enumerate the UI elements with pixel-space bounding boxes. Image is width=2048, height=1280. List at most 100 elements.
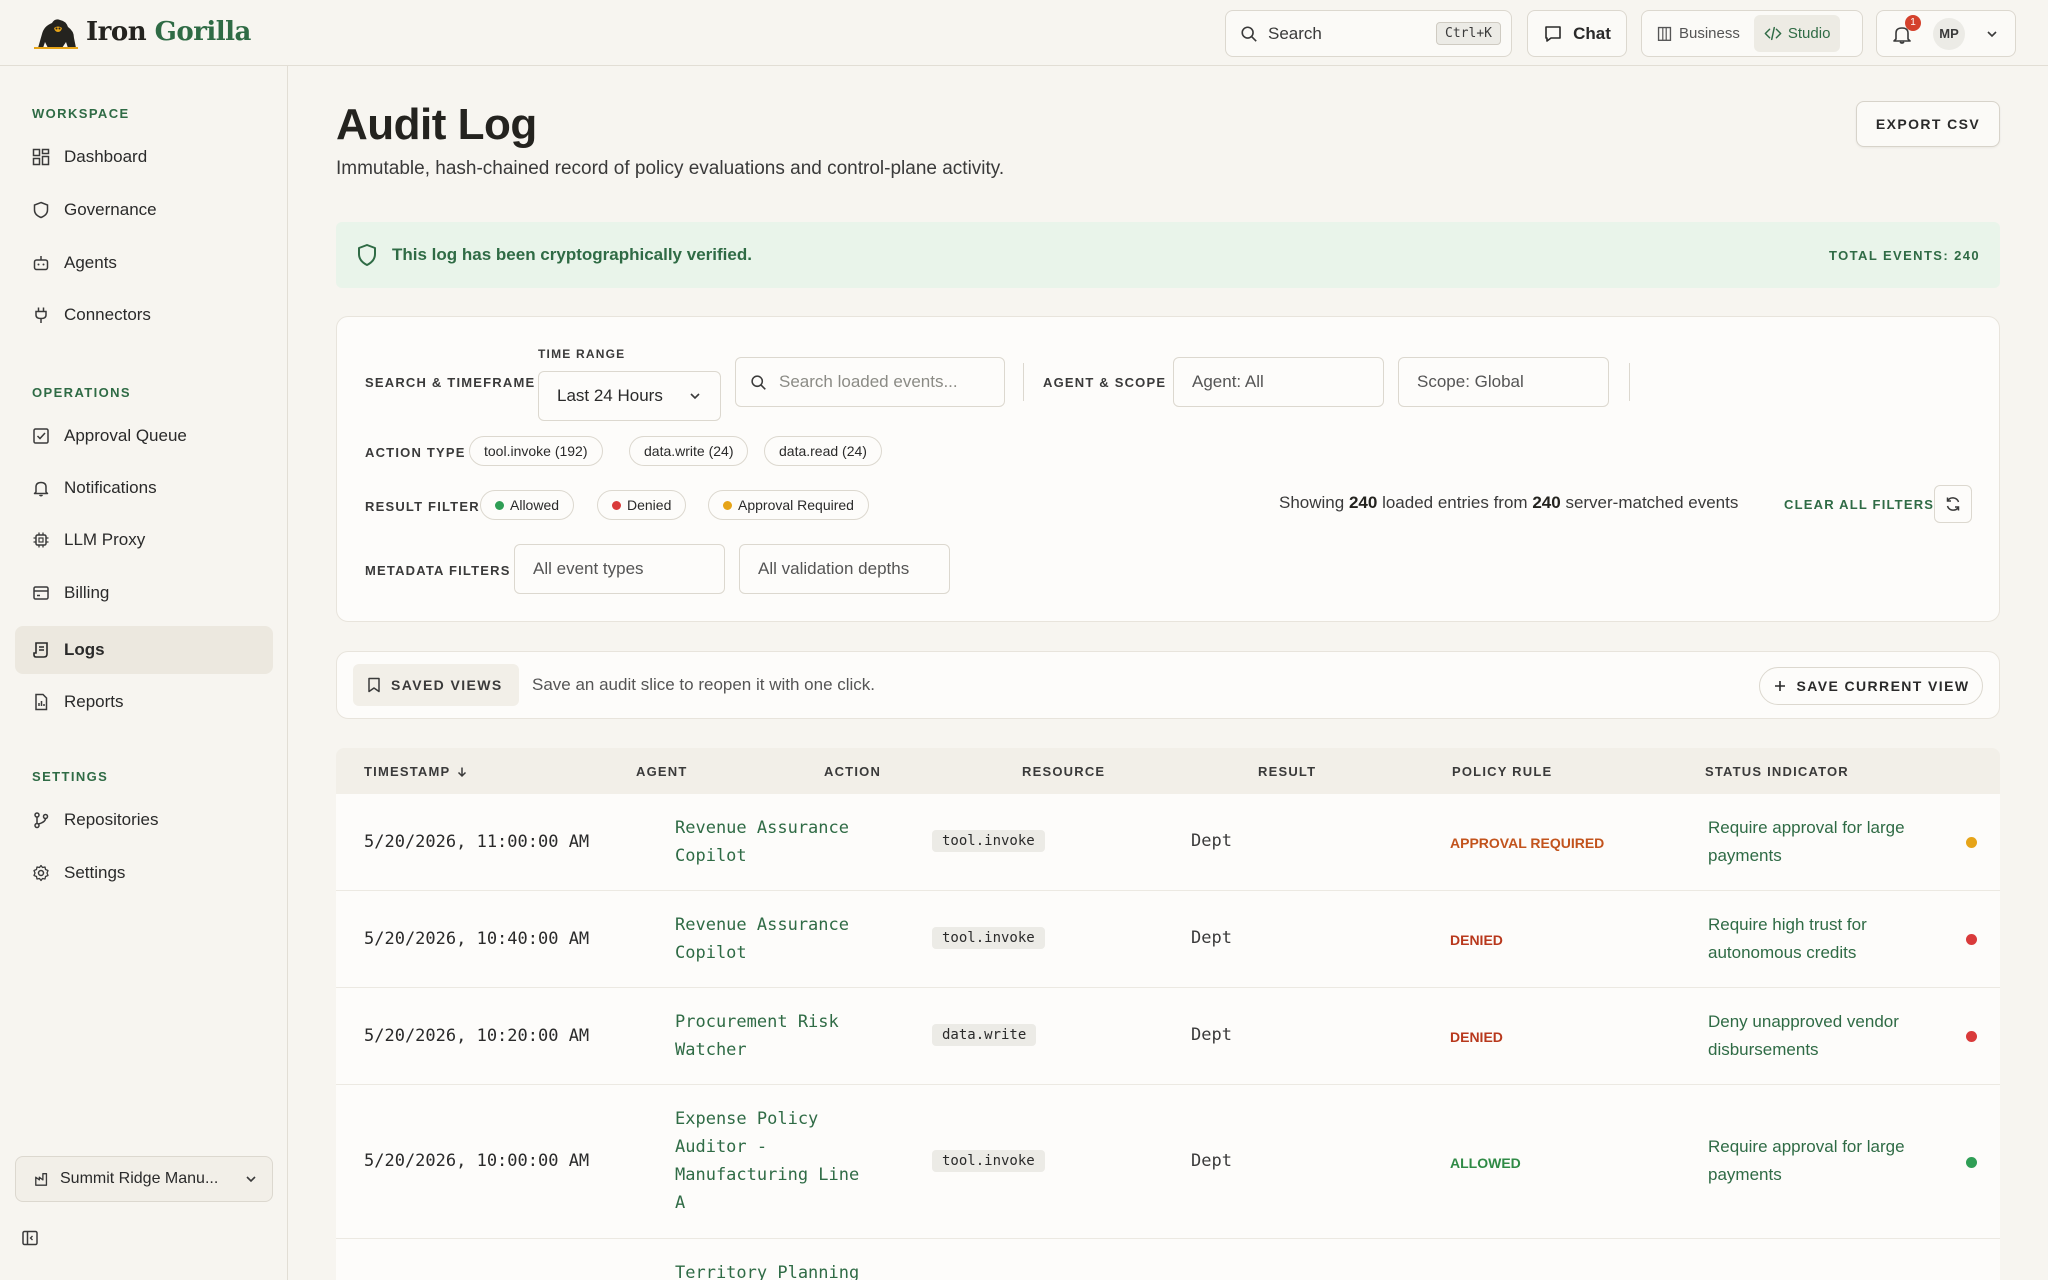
search-icon bbox=[751, 374, 766, 390]
row-status-dot bbox=[1966, 1157, 1977, 1168]
allowed-dot bbox=[495, 500, 504, 510]
export-csv-button[interactable]: EXPORT CSV bbox=[1856, 101, 2000, 147]
saved-views-label: SAVED VIEWS bbox=[391, 677, 503, 693]
sidebar-item-repositories[interactable]: Repositories bbox=[15, 796, 273, 844]
organization-selector[interactable]: Summit Ridge Manu... bbox=[15, 1156, 273, 1202]
table-row[interactable]: Territory Planning bbox=[336, 1239, 2000, 1280]
row-agent-link[interactable]: Revenue Assurance Copilot bbox=[675, 911, 875, 967]
report-document-icon bbox=[35, 693, 48, 711]
table-row[interactable]: 5/20/2026, 10:40:00 AM Revenue Assurance… bbox=[336, 891, 2000, 988]
result-filter-denied[interactable]: Denied bbox=[597, 490, 687, 520]
notifications-bell-button[interactable]: 1 bbox=[1891, 14, 1921, 45]
sidebar-item-label: Agents bbox=[64, 253, 117, 272]
sidebar-item-logs[interactable]: Logs bbox=[15, 626, 273, 674]
row-result-badge: DENIED bbox=[1450, 1029, 1503, 1045]
row-agent-link[interactable]: Revenue Assurance Copilot bbox=[675, 814, 875, 870]
scope-filter-select[interactable]: Scope: Global bbox=[1398, 357, 1609, 407]
chevron-down-icon[interactable] bbox=[1985, 27, 1999, 41]
filters-panel: SEARCH & TIMEFRAME TIME RANGE Last 24 Ho… bbox=[336, 316, 2000, 622]
chat-label: Chat bbox=[1573, 23, 1611, 43]
table-row[interactable]: 5/20/2026, 10:20:00 AM Procurement Risk … bbox=[336, 988, 2000, 1085]
agent-filter-select[interactable]: Agent: All bbox=[1173, 357, 1384, 407]
row-agent-link[interactable]: Territory Planning bbox=[675, 1259, 875, 1280]
saved-views-button[interactable]: SAVED VIEWS bbox=[353, 664, 519, 706]
mode-business-button[interactable]: Business bbox=[1646, 15, 1750, 52]
search-events-input[interactable]: Search loaded events... bbox=[735, 357, 1005, 407]
action-type-chip[interactable]: data.write (24) bbox=[629, 436, 749, 466]
table-row[interactable]: 5/20/2026, 10:00:00 AM Expense Policy Au… bbox=[336, 1085, 2000, 1239]
sidebar-section-operations: OPERATIONS bbox=[32, 385, 131, 400]
row-agent-link[interactable]: Expense Policy Auditor - Manufacturing L… bbox=[675, 1105, 871, 1217]
sidebar-item-label: Dashboard bbox=[64, 147, 148, 166]
sidebar-item-label: Connectors bbox=[64, 305, 151, 324]
sidebar-item-label: Approval Queue bbox=[64, 426, 187, 445]
bell-icon bbox=[33, 481, 49, 497]
chat-button[interactable]: Chat bbox=[1527, 10, 1627, 57]
column-header-status-indicator[interactable]: STATUS INDICATOR bbox=[1705, 764, 1849, 779]
result-filter-approval-required[interactable]: Approval Required bbox=[708, 490, 869, 520]
organization-name: Summit Ridge Manu... bbox=[60, 1170, 219, 1187]
column-header-result[interactable]: RESULT bbox=[1258, 764, 1316, 779]
sidebar-item-governance[interactable]: Governance bbox=[15, 186, 273, 234]
sidebar-item-settings[interactable]: Settings bbox=[15, 849, 273, 897]
search-icon bbox=[1241, 25, 1257, 42]
verification-message: This log has been cryptographically veri… bbox=[392, 245, 752, 264]
building-icon bbox=[1657, 26, 1672, 41]
time-range-select[interactable]: Last 24 Hours bbox=[538, 371, 721, 421]
row-timestamp: 5/20/2026, 10:40:00 AM bbox=[364, 929, 590, 949]
action-type-chip[interactable]: data.read (24) bbox=[764, 436, 882, 466]
sidebar-item-reports[interactable]: Reports bbox=[15, 678, 273, 726]
sidebar-item-billing[interactable]: Billing bbox=[15, 569, 273, 617]
row-policy-rule-link[interactable]: Require approval for large payments bbox=[1708, 1133, 1938, 1189]
collapse-sidebar-button[interactable] bbox=[21, 1229, 39, 1252]
row-policy-rule-link[interactable]: Deny unapproved vendor disbursements bbox=[1708, 1008, 1938, 1064]
save-current-view-button[interactable]: SAVE CURRENT VIEW bbox=[1759, 667, 1983, 705]
row-policy-rule-link[interactable]: Require approval for large payments bbox=[1708, 814, 1938, 870]
sidebar-item-notifications[interactable]: Notifications bbox=[15, 464, 273, 512]
clear-all-filters-link[interactable]: CLEAR ALL FILTERS bbox=[1784, 497, 1934, 512]
column-header-policy-rule[interactable]: POLICY RULE bbox=[1452, 764, 1552, 779]
refresh-button[interactable] bbox=[1934, 485, 1972, 523]
row-action: data.write bbox=[932, 1024, 1037, 1046]
validation-depths-select[interactable]: All validation depths bbox=[739, 544, 950, 594]
row-agent-link[interactable]: Procurement Risk Watcher bbox=[675, 1008, 875, 1064]
total-events-count: TOTAL EVENTS: 240 bbox=[1829, 247, 1980, 263]
saved-views-description: Save an audit slice to reopen it with on… bbox=[532, 675, 876, 694]
column-header-action[interactable]: ACTION bbox=[824, 764, 881, 779]
column-header-agent[interactable]: AGENT bbox=[636, 764, 688, 779]
shield-icon bbox=[33, 201, 49, 219]
row-policy-rule-link[interactable]: Require high trust for autonomous credit… bbox=[1708, 911, 1938, 967]
search-shortcut: Ctrl+K bbox=[1436, 22, 1501, 45]
sidebar-item-agents[interactable]: Agents bbox=[15, 239, 273, 287]
sidebar-item-llm-proxy[interactable]: LLM Proxy bbox=[15, 516, 273, 564]
row-status-dot bbox=[1966, 837, 1977, 848]
time-range-value: Last 24 Hours bbox=[557, 386, 663, 405]
brand-logo[interactable]: Iron Gorilla bbox=[32, 14, 251, 50]
result-filter-label-text: Allowed bbox=[510, 497, 560, 513]
result-filter-allowed[interactable]: Allowed bbox=[480, 490, 575, 520]
search-events-placeholder: Search loaded events... bbox=[779, 372, 958, 391]
global-search[interactable]: Search Ctrl+K bbox=[1225, 10, 1512, 57]
action-type-chip[interactable]: tool.invoke (192) bbox=[469, 436, 603, 466]
column-header-timestamp[interactable]: TIMESTAMP bbox=[364, 764, 468, 779]
row-resource: Dept bbox=[1191, 831, 1232, 851]
sidebar-item-connectors[interactable]: Connectors bbox=[15, 291, 273, 339]
chip-icon bbox=[33, 532, 49, 548]
row-timestamp: 5/20/2026, 10:20:00 AM bbox=[364, 1026, 590, 1046]
sidebar-item-dashboard[interactable]: Dashboard bbox=[15, 133, 273, 181]
sidebar-item-approval-queue[interactable]: Approval Queue bbox=[15, 412, 273, 460]
table-header: TIMESTAMP AGENT ACTION RESOURCE RESULT P… bbox=[336, 748, 2000, 794]
search-timeframe-label: SEARCH & TIMEFRAME bbox=[365, 375, 536, 390]
column-header-resource[interactable]: RESOURCE bbox=[1022, 764, 1105, 779]
page-title: Audit Log bbox=[336, 100, 537, 149]
mode-toggle: Business Studio bbox=[1641, 10, 1863, 57]
table-row[interactable]: 5/20/2026, 11:00:00 AM Revenue Assurance… bbox=[336, 794, 2000, 891]
event-types-select[interactable]: All event types bbox=[514, 544, 725, 594]
user-avatar[interactable]: MP bbox=[1933, 17, 1965, 50]
row-result-badge: APPROVAL REQUIRED bbox=[1450, 835, 1605, 851]
code-icon bbox=[1764, 26, 1782, 41]
mode-studio-button[interactable]: Studio bbox=[1753, 15, 1841, 52]
gorilla-logo-icon bbox=[34, 19, 78, 49]
robot-icon bbox=[33, 256, 49, 271]
gear-icon bbox=[33, 864, 49, 882]
